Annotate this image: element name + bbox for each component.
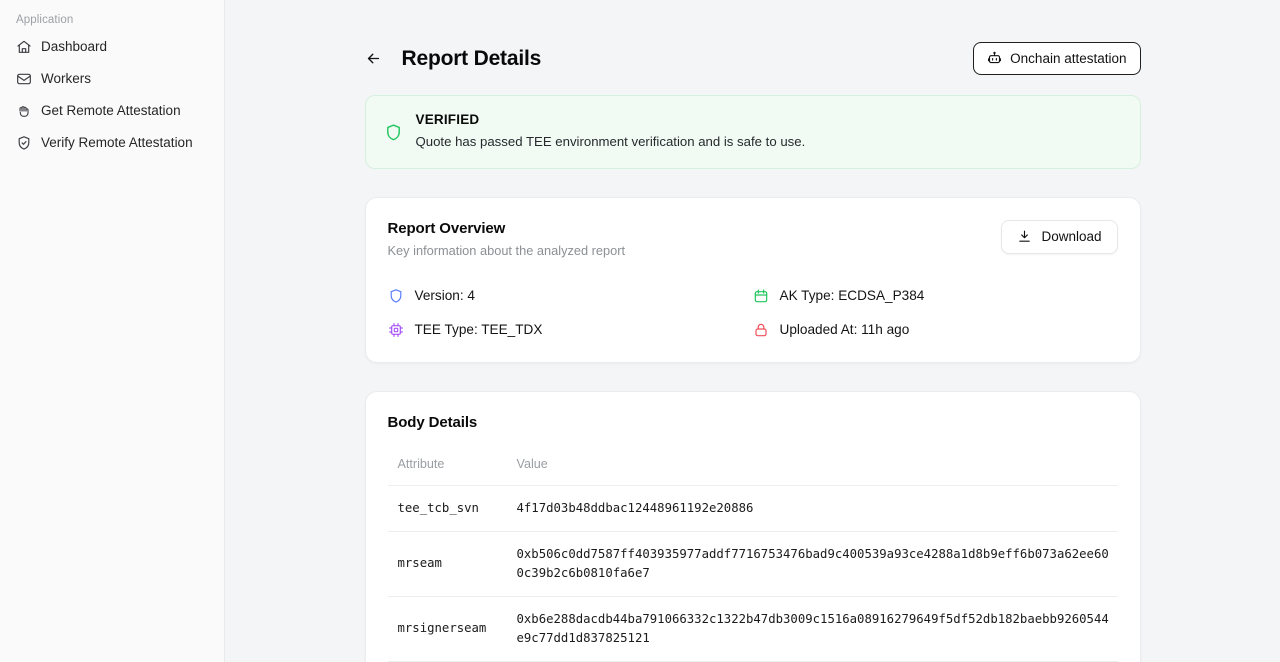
sidebar-item-label: Verify Remote Attestation <box>41 135 193 151</box>
page-title: Report Details <box>401 46 542 70</box>
report-overview-header: Report Overview Key information about th… <box>388 219 1118 258</box>
report-overview-fields: Version: 4 AK Type: ECDSA_P384 TEE Type:… <box>388 288 1118 338</box>
sidebar-item-label: Workers <box>41 71 92 87</box>
body-details-title: Body Details <box>387 413 478 431</box>
table-row: mrsignerseam 0xb6e288dacdb44ba791066332c… <box>387 596 1118 662</box>
report-overview-title: Report Overview <box>387 219 506 237</box>
table-body: tee_tcb_svn 4f17d03b48ddbac12448961192e2… <box>387 485 1118 662</box>
sidebar-item-label: Dashboard <box>41 39 108 55</box>
shield-icon <box>384 112 403 151</box>
home-icon <box>16 39 32 55</box>
cpu-icon <box>388 322 404 338</box>
overview-field-label: AK Type: ECDSA_P384 <box>779 288 925 304</box>
overview-field-label: Version: 4 <box>414 288 475 304</box>
overview-field-version: Version: 4 <box>388 288 753 304</box>
report-overview-titles: Report Overview Key information about th… <box>388 220 626 258</box>
overview-field-label: Uploaded At: 11h ago <box>779 322 910 338</box>
download-icon <box>1017 229 1032 244</box>
sidebar-item-get-remote-attestation[interactable]: Get Remote Attestation <box>8 96 216 126</box>
main-content: Report Details Onchain attestation VERIF… <box>225 0 1280 662</box>
shield-check-icon <box>16 135 32 151</box>
lock-icon <box>753 322 769 338</box>
overview-field-uploaded-at: Uploaded At: 11h ago <box>753 322 1118 338</box>
table-row: mrseam 0xb506c0dd7587ff403935977addf7716… <box>387 531 1118 597</box>
app-root: Application Dashboard Workers Get Remote… <box>0 0 1280 662</box>
inbox-icon <box>16 71 32 87</box>
onchain-attestation-label: Onchain attestation <box>1010 51 1127 66</box>
bot-icon <box>987 51 1002 66</box>
sidebar-item-label: Get Remote Attestation <box>41 103 181 119</box>
body-details-card: Body Details Attribute Value tee_tcb_svn… <box>364 390 1141 662</box>
status-description: Quote has passed TEE environment verific… <box>415 134 806 149</box>
column-header-value: Value <box>516 456 1118 486</box>
row-attribute: mrsignerseam <box>387 596 517 662</box>
sidebar-item-verify-remote-attestation[interactable]: Verify Remote Attestation <box>8 128 216 158</box>
row-value: 0xb506c0dd7587ff403935977addf7716753476b… <box>516 531 1118 597</box>
sidebar-group-label: Application <box>16 14 74 26</box>
calendar-icon <box>753 288 769 304</box>
arrow-left-icon <box>365 50 382 67</box>
table-header: Attribute Value <box>387 456 1118 486</box>
overview-field-tee-type: TEE Type: TEE_TDX <box>388 322 753 338</box>
row-attribute: mrseam <box>387 531 517 597</box>
report-overview-card: Report Overview Key information about th… <box>364 196 1141 363</box>
overview-field-label: TEE Type: TEE_TDX <box>414 322 543 338</box>
hand-icon <box>16 103 32 119</box>
download-label: Download <box>1041 229 1102 245</box>
row-value: 4f17d03b48ddbac12448961192e20886 <box>516 485 1118 532</box>
row-attribute: tee_tcb_svn <box>387 485 517 532</box>
table-row: tee_tcb_svn 4f17d03b48ddbac12448961192e2… <box>387 485 1118 532</box>
sidebar: Application Dashboard Workers Get Remote… <box>0 0 225 662</box>
sidebar-item-workers[interactable]: Workers <box>8 64 216 94</box>
onchain-attestation-button[interactable]: Onchain attestation <box>973 42 1141 75</box>
overview-field-ak-type: AK Type: ECDSA_P384 <box>753 288 1118 304</box>
table-header-row: Attribute Value <box>387 456 1118 486</box>
status-badge: VERIFIED <box>415 112 480 127</box>
download-button[interactable]: Download <box>1001 219 1118 254</box>
sidebar-item-dashboard[interactable]: Dashboard <box>8 32 216 62</box>
report-overview-subtitle: Key information about the analyzed repor… <box>387 242 626 258</box>
body-details-table: Attribute Value tee_tcb_svn 4f17d03b48dd… <box>387 456 1118 662</box>
row-value: 0xb6e288dacdb44ba791066332c1322b47db3009… <box>516 596 1118 662</box>
back-button[interactable] <box>359 44 389 74</box>
verification-status-banner: VERIFIED Quote has passed TEE environmen… <box>364 95 1141 169</box>
verification-status-text: VERIFIED Quote has passed TEE environmen… <box>416 112 806 151</box>
column-header-attribute: Attribute <box>387 456 517 486</box>
shield-icon <box>388 288 404 304</box>
page-header: Report Details Onchain attestation <box>365 0 1141 95</box>
